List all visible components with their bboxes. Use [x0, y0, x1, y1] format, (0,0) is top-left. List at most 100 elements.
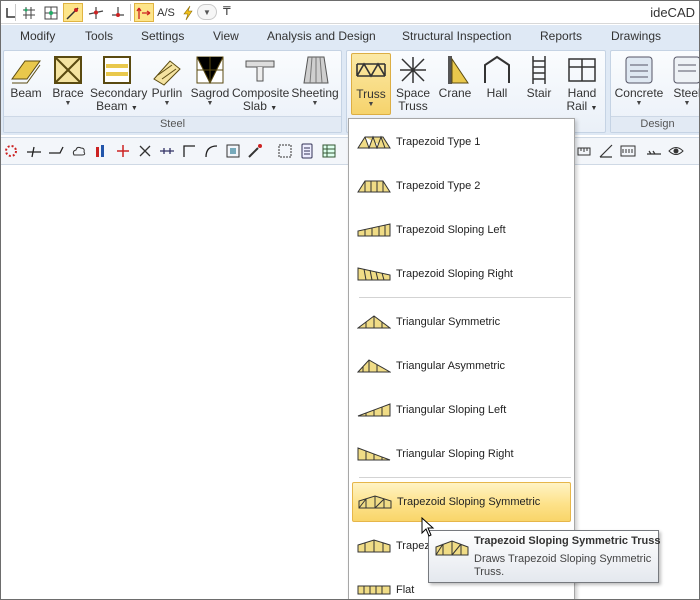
- draw-tool-icon[interactable]: [598, 143, 614, 159]
- chevron-down-icon: ▼: [270, 105, 278, 112]
- purlin-icon: [153, 60, 181, 86]
- stair-icon: [532, 56, 546, 84]
- trapezoid-type-2-icon: [357, 180, 391, 193]
- concrete-design-icon: [625, 56, 653, 84]
- intersection-icon[interactable]: [86, 3, 106, 22]
- tab-drawings[interactable]: Drawings: [611, 29, 661, 43]
- mm-units-icon[interactable]: [620, 143, 636, 159]
- sagrod-button[interactable]: Sagrod ▼: [190, 53, 230, 115]
- hall-button[interactable]: Hall: [477, 53, 517, 115]
- arc-icon[interactable]: [203, 143, 219, 159]
- dimension-icon[interactable]: [159, 143, 175, 159]
- measure-icon[interactable]: [576, 143, 592, 159]
- triangular-sloping-left-icon: [357, 403, 391, 417]
- menu-item-triangular-sloping-right[interactable]: Triangular Sloping Right: [352, 434, 571, 474]
- snap-point-icon[interactable]: [63, 3, 83, 22]
- triangular-asymmetric-icon: [357, 359, 391, 373]
- cross-tool-icon[interactable]: [115, 143, 131, 159]
- brace-button[interactable]: Brace ▼: [48, 53, 88, 115]
- perpendicular-icon[interactable]: [108, 3, 128, 22]
- chevron-down-icon[interactable]: ▼: [197, 4, 217, 20]
- crane-button[interactable]: Crane: [435, 53, 475, 115]
- hand-rail-button[interactable]: Hand Rail ▼: [561, 53, 603, 115]
- cloud-icon[interactable]: [71, 143, 87, 159]
- ortho-icon[interactable]: [134, 3, 154, 22]
- menu-item-trapezoid-type-2[interactable]: Trapezoid Type 2: [352, 166, 571, 206]
- menu-item-trapezoid-type-1[interactable]: Trapezoid Type 1: [352, 122, 571, 162]
- calculator-icon[interactable]: [299, 143, 315, 159]
- steel-group: Beam Brace ▼ Secondary Beam ▼ Purlin ▼ S…: [3, 50, 342, 133]
- space-truss-button[interactable]: Space Truss: [393, 53, 433, 115]
- hand-rail-icon: [568, 58, 596, 82]
- design-group-label: Design: [611, 116, 699, 132]
- tab-reports[interactable]: Reports: [540, 29, 582, 43]
- stair-button[interactable]: Stair: [519, 53, 559, 115]
- quick-access-toolbar: A/S ▼ ₸ ideCAD: [1, 1, 699, 24]
- menu-tabs: Modify Tools Settings View Analysis and …: [1, 25, 699, 47]
- section-icon[interactable]: [646, 143, 662, 159]
- tooltip-title: Trapezoid Sloping Symmetric Truss: [474, 535, 661, 547]
- lightning-icon[interactable]: [178, 3, 198, 22]
- secondary-beam-icon: [103, 56, 131, 84]
- app-window: A/S ▼ ₸ ideCAD Modify Tools Settings Vie…: [0, 0, 700, 600]
- steel-design-icon: [673, 56, 699, 84]
- x-tool-icon[interactable]: [137, 143, 153, 159]
- tab-tools[interactable]: Tools: [85, 29, 113, 43]
- tab-view[interactable]: View: [213, 29, 239, 43]
- angle-snap-icon[interactable]: A/S: [156, 3, 176, 22]
- chevron-down-icon: ▼: [64, 100, 72, 107]
- menu-item-triangular-asymmetric[interactable]: Triangular Asymmetric: [352, 346, 571, 386]
- magic-wand-icon[interactable]: [247, 143, 263, 159]
- composite-slab-button[interactable]: Composite Slab ▼: [232, 53, 289, 115]
- sheeting-icon: [303, 56, 329, 84]
- secondary-beam-button[interactable]: Secondary Beam ▼: [90, 53, 147, 115]
- menu-item-trapezoid-sloping-left[interactable]: Trapezoid Sloping Left: [352, 210, 571, 250]
- purlin-button[interactable]: Purlin ▼: [146, 53, 188, 115]
- triangular-symmetric-icon: [357, 315, 391, 329]
- view-eye-icon[interactable]: [668, 143, 684, 159]
- perpendicular-line-icon[interactable]: [181, 143, 197, 159]
- column-tool-icon[interactable]: [93, 143, 109, 159]
- sagrod-icon: [196, 56, 224, 85]
- chevron-down-icon: ▼: [367, 101, 375, 108]
- chevron-down-icon: ▼: [311, 100, 319, 107]
- line-extend-icon[interactable]: [48, 143, 64, 159]
- line-tool-icon[interactable]: [1, 3, 21, 22]
- menu-item-triangular-sloping-left[interactable]: Triangular Sloping Left: [352, 390, 571, 430]
- steel-group-label: Steel: [4, 116, 341, 132]
- menu-separator: [359, 297, 571, 298]
- menu-item-triangular-symmetric[interactable]: Triangular Symmetric: [352, 302, 571, 342]
- truss-dropdown-menu: Trapezoid Type 1 Trapezoid Type 2 Trapez…: [348, 118, 575, 599]
- beam-button[interactable]: Beam: [6, 53, 46, 115]
- truss-icon: [356, 62, 386, 78]
- truss-button[interactable]: Truss ▼: [351, 53, 391, 115]
- space-truss-icon: [400, 57, 426, 83]
- line-split-icon[interactable]: [26, 143, 42, 159]
- menu-item-trapezoid-sloping-symmetric[interactable]: Trapezoid Sloping Symmetric: [352, 482, 571, 522]
- steel-design-button[interactable]: Steel ▼: [667, 53, 699, 115]
- snap-grid-icon[interactable]: [41, 3, 61, 22]
- customize-toolbar-icon[interactable]: ₸: [223, 4, 231, 18]
- tab-modify[interactable]: Modify: [20, 29, 55, 43]
- tab-structural-inspection[interactable]: Structural Inspection: [402, 29, 511, 43]
- tooltip-description: Draws Trapezoid Sloping Symmetric Truss.: [474, 553, 652, 578]
- grid-icon[interactable]: [19, 3, 39, 22]
- trapezoid-partial-icon: [357, 539, 391, 553]
- concrete-design-button[interactable]: Concrete ▼: [613, 53, 665, 115]
- chevron-down-icon: ▼: [590, 105, 598, 112]
- chevron-down-icon: ▼: [163, 100, 171, 107]
- tab-settings[interactable]: Settings: [141, 29, 184, 43]
- snap-settings-icon[interactable]: [3, 143, 19, 159]
- tab-analysis[interactable]: Analysis and Design: [267, 29, 376, 43]
- trapezoid-sloping-symmetric-icon: [435, 540, 469, 556]
- sheeting-button[interactable]: Sheeting ▼: [290, 53, 340, 115]
- composite-slab-icon: [245, 60, 275, 82]
- grid-table-icon[interactable]: [321, 143, 337, 159]
- menu-item-trapezoid-sloping-right[interactable]: Trapezoid Sloping Right: [352, 254, 571, 294]
- rectangle-select-icon[interactable]: [225, 143, 241, 159]
- hall-icon: [484, 55, 510, 83]
- trapezoid-sloping-right-icon: [357, 267, 391, 281]
- fit-window-icon[interactable]: [277, 143, 293, 159]
- flat-truss-icon: [357, 585, 391, 595]
- beam-icon: [11, 60, 41, 84]
